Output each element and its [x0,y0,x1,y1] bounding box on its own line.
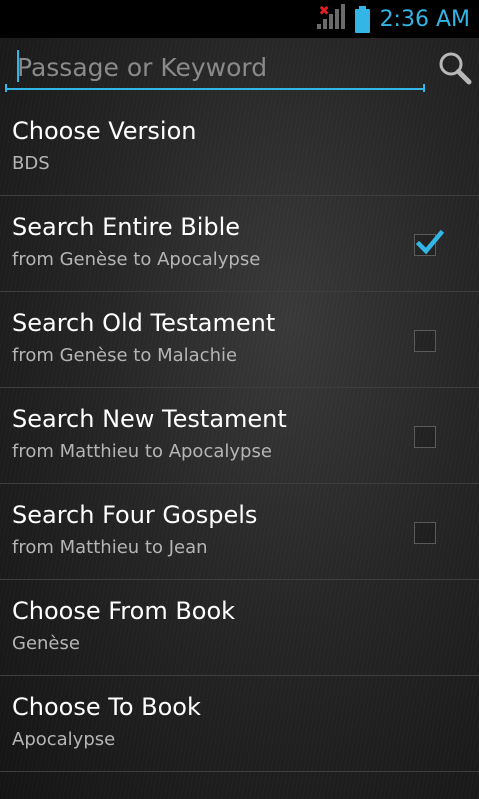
status-clock: 2:36 AM [379,6,470,32]
search-bar [0,38,479,100]
search-old-testament-item[interactable]: Search Old Testament from Genèse to Mala… [0,292,479,388]
search-icon [439,52,472,85]
new-testament-checkbox[interactable] [414,426,436,448]
battery-icon [354,5,370,33]
no-signal-icon: ✖ [318,4,330,19]
choose-version-item[interactable]: Choose Version BDS [0,100,479,196]
search-options-list: Choose Version BDS Search Entire Bible f… [0,100,479,772]
item-subtitle: from Genèse to Malachie [12,345,238,366]
text-cursor [17,50,19,82]
entire-bible-checkbox[interactable] [414,229,444,256]
old-testament-checkbox[interactable] [414,330,436,352]
search-input-edge-right [423,84,425,92]
search-input-edge-left [5,84,7,92]
search-entire-bible-item[interactable]: Search Entire Bible from Genèse to Apoca… [0,196,479,292]
item-title: Choose To Book [12,693,201,721]
checkmark-icon [415,229,444,255]
item-title: Search Entire Bible [12,213,241,241]
status-bar: ✖ 2:36 AM [0,0,479,38]
four-gospels-checkbox[interactable] [414,522,436,544]
item-subtitle: Apocalypse [12,729,116,750]
item-subtitle: from Matthieu to Apocalypse [12,441,272,462]
item-title: Choose From Book [12,597,236,625]
item-title: Search Old Testament [12,309,276,337]
search-button[interactable] [437,50,473,86]
search-input[interactable] [5,46,425,90]
search-four-gospels-item[interactable]: Search Four Gospels from Matthieu to Jea… [0,484,479,580]
item-subtitle: from Matthieu to Jean [12,537,208,558]
choose-to-book-item[interactable]: Choose To Book Apocalypse [0,676,479,772]
item-subtitle: from Genèse to Apocalypse [12,249,261,270]
choose-from-book-item[interactable]: Choose From Book Genèse [0,580,479,676]
search-new-testament-item[interactable]: Search New Testament from Matthieu to Ap… [0,388,479,484]
item-title: Choose Version [12,117,197,145]
signal-icon: ✖ [316,4,347,33]
item-subtitle: Genèse [12,633,80,654]
item-title: Search Four Gospels [12,501,258,529]
screen: ✖ 2:36 AM Choose Version BDS Search Enti… [0,0,479,799]
item-subtitle: BDS [12,153,50,174]
item-title: Search New Testament [12,405,287,433]
